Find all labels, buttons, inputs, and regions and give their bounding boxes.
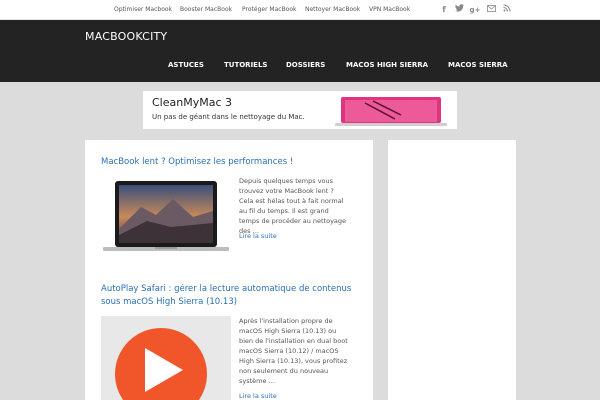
nav-item-tutoriels[interactable]: TUTORIELS: [224, 61, 267, 69]
nav-item-dossiers[interactable]: DOSSIERS: [286, 61, 325, 69]
top-bar: Optimiser Macbook Booster MacBook Protég…: [0, 0, 600, 20]
post-title[interactable]: MacBook lent ? Optimisez les performance…: [101, 156, 361, 169]
banner-title: CleanMyMac 3: [152, 96, 232, 109]
banner-subtitle: Un pas de géant dans le nettoyage du Mac…: [152, 113, 305, 121]
sidebar: [388, 140, 516, 400]
post-thumbnail-macbook[interactable]: [101, 177, 231, 255]
nav-item-astuces[interactable]: ASTUCES: [168, 61, 204, 69]
rss-icon[interactable]: [501, 4, 513, 16]
nav-item-macos-high-sierra[interactable]: MACOS HIGH SIERRA: [346, 61, 428, 69]
post-excerpt: Depuis quelques temps vous trouvez votre…: [239, 177, 347, 235]
site-header: MACBOOKCITY ASTUCES TUTORIELS DOSSIERS M…: [0, 20, 600, 82]
post-thumbnail-play[interactable]: [101, 316, 231, 400]
main-content: MacBook lent ? Optimisez les performance…: [85, 140, 373, 400]
pink-laptop-image: [335, 97, 447, 126]
post-excerpt: Après l'installation propre de macOS Hig…: [239, 317, 348, 385]
nav-item-macos-sierra[interactable]: MACOS SIERRA: [448, 61, 508, 69]
twitter-icon[interactable]: [453, 4, 465, 16]
site-logo[interactable]: MACBOOKCITY: [85, 30, 167, 43]
read-more-link[interactable]: Lire la suite: [239, 392, 277, 400]
google-plus-icon[interactable]: g+: [469, 4, 481, 16]
read-more-link[interactable]: Lire la suite: [239, 232, 277, 240]
facebook-icon[interactable]: f: [438, 4, 450, 16]
email-icon[interactable]: [485, 4, 497, 16]
social-links: f g+: [0, 0, 600, 20]
post-title[interactable]: AutoPlay Safari : gérer la lecture autom…: [101, 283, 361, 309]
cleanmymac-banner-ad[interactable]: CleanMyMac 3 Un pas de géant dans le net…: [143, 91, 457, 129]
